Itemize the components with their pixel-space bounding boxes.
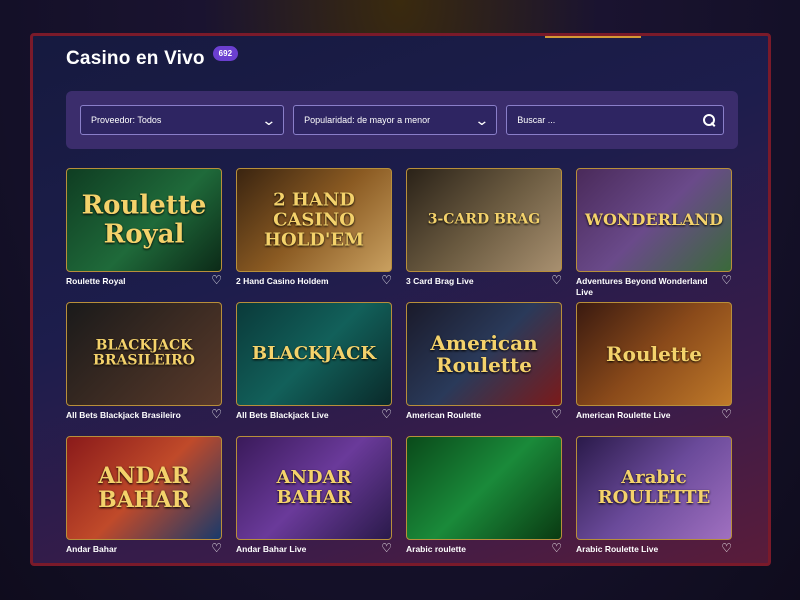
search-input[interactable]: Buscar ... [506, 105, 724, 135]
provider-select[interactable]: Proveedor: Todos ⌄ [80, 105, 285, 135]
game-grid: Roulette Royal Roulette Royal ♡ 2 HAND CASI… [66, 168, 738, 563]
game-label-row: Andar Bahar ♡ [66, 542, 224, 555]
game-thumbnail[interactable]: Roulette Royal [66, 168, 222, 272]
heart-icon[interactable]: ♡ [551, 542, 562, 554]
game-card[interactable]: ANDAR BAHAR Andar Bahar ♡ [66, 436, 224, 563]
game-card[interactable]: 3-CARD BRAG 3 Card Brag Live ♡ [406, 168, 564, 302]
game-card[interactable]: BLACKJACK All Bets Blackjack Live ♡ [236, 302, 394, 436]
game-card[interactable]: Roulette Royal Roulette Royal ♡ [66, 168, 224, 302]
heart-icon[interactable]: ♡ [381, 542, 392, 554]
active-indicator [545, 36, 641, 38]
game-thumbnail[interactable]: ANDAR BAHAR [66, 436, 222, 540]
game-thumbnail[interactable]: ANDAR BAHAR [236, 436, 392, 540]
game-thumbnail[interactable]: Arabic ROULETTE [576, 436, 732, 540]
game-logo-art: ANDAR BAHAR [276, 467, 352, 508]
game-thumbnail[interactable]: 2 HAND CASINO HOLD'EM [236, 168, 392, 272]
game-logo-art: BLACKJACK [251, 343, 377, 365]
game-card[interactable]: Roulette American Roulette Live ♡ [576, 302, 734, 436]
game-card[interactable]: American Roulette American Roulette ♡ [406, 302, 564, 436]
game-thumbnail[interactable]: American Roulette [406, 302, 562, 406]
game-label-row: All Bets Blackjack Live ♡ [236, 408, 394, 421]
game-logo-art: 2 HAND CASINO HOLD'EM [263, 189, 365, 250]
game-thumbnail[interactable]: WONDERLAND [576, 168, 732, 272]
heart-icon[interactable]: ♡ [721, 408, 732, 420]
game-label-row: All Bets Blackjack Brasileiro ♡ [66, 408, 224, 421]
game-logo-art: Roulette [605, 342, 703, 366]
game-count-badge: 692 [212, 45, 239, 61]
game-name[interactable]: All Bets Blackjack Brasileiro [66, 410, 200, 421]
game-card[interactable]: BLACKJACK BRASILEIRO All Bets Blackjack B… [66, 302, 224, 436]
game-thumbnail[interactable] [406, 436, 562, 540]
game-logo-art: ANDAR BAHAR [98, 462, 190, 513]
game-label-row: Adventures Beyond Wonderland Live ♡ [576, 274, 734, 297]
game-label-row: 2 Hand Casino Holdem ♡ [236, 274, 394, 287]
heart-icon[interactable]: ♡ [211, 408, 222, 420]
game-logo-art: American Roulette [430, 331, 538, 377]
heart-icon[interactable]: ♡ [211, 274, 222, 286]
game-name[interactable]: American Roulette [406, 410, 540, 421]
game-card[interactable]: ANDAR BAHAR Andar Bahar Live ♡ [236, 436, 394, 563]
game-card[interactable]: WONDERLAND Adventures Beyond Wonderland L… [576, 168, 734, 302]
provider-select-label: Proveedor: Todos [91, 115, 162, 125]
game-label-row: Andar Bahar Live ♡ [236, 542, 394, 555]
heart-icon[interactable]: ♡ [721, 542, 732, 554]
game-label-row: Arabic Roulette Live ♡ [576, 542, 734, 555]
game-thumbnail[interactable]: BLACKJACK BRASILEIRO [66, 302, 222, 406]
game-card[interactable]: Arabic ROULETTE Arabic Roulette Live ♡ [576, 436, 734, 563]
game-logo-art: Arabic ROULETTE [597, 467, 711, 508]
game-name[interactable]: 3 Card Brag Live [406, 276, 540, 287]
game-logo-art: WONDERLAND [584, 210, 724, 230]
sort-select-label: Popularidad: de mayor a menor [304, 115, 431, 125]
search-icon[interactable] [703, 114, 715, 126]
game-name[interactable]: Arabic roulette [406, 544, 540, 555]
game-name[interactable]: All Bets Blackjack Live [236, 410, 370, 421]
heart-icon[interactable]: ♡ [211, 542, 222, 554]
game-name[interactable]: Roulette Royal [66, 276, 200, 287]
chevron-down-icon: ⌄ [474, 111, 490, 128]
game-label-row: American Roulette ♡ [406, 408, 564, 421]
heart-icon[interactable]: ♡ [381, 408, 392, 420]
game-label-row: Roulette Royal ♡ [66, 274, 224, 287]
game-name[interactable]: American Roulette Live [576, 410, 710, 421]
sort-select[interactable]: Popularidad: de mayor a menor ⌄ [293, 105, 498, 135]
game-name[interactable]: Adventures Beyond Wonderland Live [576, 276, 710, 297]
game-thumbnail[interactable]: BLACKJACK [236, 302, 392, 406]
game-name[interactable]: 2 Hand Casino Holdem [236, 276, 370, 287]
filter-bar: Proveedor: Todos ⌄ Popularidad: de mayor… [66, 91, 738, 149]
game-label-row: Arabic roulette ♡ [406, 542, 564, 555]
heart-icon[interactable]: ♡ [721, 274, 732, 286]
game-thumbnail[interactable]: Roulette [576, 302, 732, 406]
page-header: Casino en Vivo 692 [66, 45, 239, 70]
heart-icon[interactable]: ♡ [551, 408, 562, 420]
search-placeholder: Buscar ... [517, 115, 556, 125]
page-title: Casino en Vivo [66, 48, 205, 69]
game-card[interactable]: 2 HAND CASINO HOLD'EM 2 Hand Casino Holde… [236, 168, 394, 302]
chevron-down-icon: ⌄ [261, 111, 277, 128]
game-label-row: American Roulette Live ♡ [576, 408, 734, 421]
heart-icon[interactable]: ♡ [381, 274, 392, 286]
game-name[interactable]: Andar Bahar Live [236, 544, 370, 555]
game-name[interactable]: Arabic Roulette Live [576, 544, 710, 555]
game-logo-art: BLACKJACK BRASILEIRO [93, 337, 195, 369]
game-label-row: 3 Card Brag Live ♡ [406, 274, 564, 287]
game-card[interactable]: Arabic roulette ♡ [406, 436, 564, 563]
content-frame: Casino en Vivo 692 Proveedor: Todos ⌄ Po… [30, 33, 771, 566]
game-thumbnail[interactable]: 3-CARD BRAG [406, 168, 562, 272]
heart-icon[interactable]: ♡ [551, 274, 562, 286]
game-logo-art: 3-CARD BRAG [427, 211, 541, 228]
game-name[interactable]: Andar Bahar [66, 544, 200, 555]
game-logo-art: Roulette Royal [81, 190, 207, 249]
